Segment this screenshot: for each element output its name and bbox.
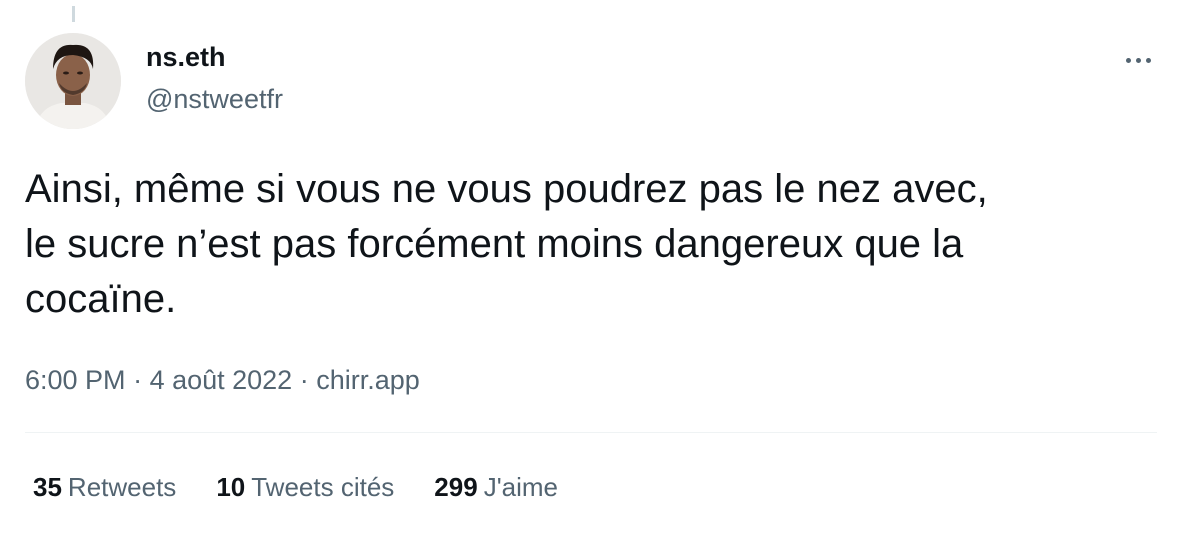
avatar-photo: [25, 33, 121, 129]
quote-tweets-stat[interactable]: 10 Tweets cités: [216, 470, 394, 504]
more-options-icon[interactable]: [1118, 50, 1158, 70]
retweets-stat[interactable]: 35 Retweets: [33, 470, 176, 504]
tweet-text-line: cocaïne.: [25, 277, 177, 321]
author-handle[interactable]: @nstweetfr: [146, 82, 283, 116]
engagement-stats: 35 Retweets 10 Tweets cités 299 J'aime: [33, 470, 598, 504]
tweet-time[interactable]: 6:00 PM: [25, 365, 126, 395]
quote-tweets-label: Tweets cités: [251, 472, 395, 502]
tweet-text: Ainsi, même si vous ne vous poudrez pas …: [25, 162, 1145, 327]
tweet-source[interactable]: chirr.app: [316, 365, 420, 395]
likes-stat[interactable]: 299 J'aime: [434, 470, 558, 504]
divider: [25, 432, 1157, 433]
tweet-metadata: 6:00 PM · 4 août 2022 · chirr.app: [25, 362, 420, 398]
retweets-label: Retweets: [67, 472, 177, 502]
likes-count: 299: [434, 472, 478, 502]
likes-label: J'aime: [483, 472, 559, 502]
tweet-text-line: le sucre n’est pas forcément moins dange…: [25, 222, 964, 266]
meta-separator: ·: [125, 365, 150, 395]
retweets-count: 35: [33, 472, 62, 502]
thread-connector-line: [72, 6, 75, 22]
avatar[interactable]: [25, 33, 121, 129]
author-display-name[interactable]: ns.eth: [146, 40, 226, 74]
tweet-text-line: Ainsi, même si vous ne vous poudrez pas …: [25, 167, 988, 211]
meta-separator: ·: [292, 365, 317, 395]
quote-tweets-count: 10: [216, 472, 246, 502]
tweet-date[interactable]: 4 août 2022: [150, 365, 293, 395]
